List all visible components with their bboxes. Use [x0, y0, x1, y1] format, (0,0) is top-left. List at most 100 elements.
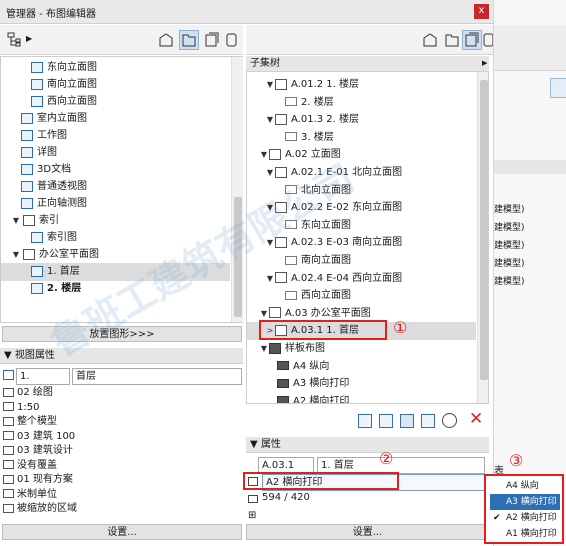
chevron-down-icon[interactable]: ▼ — [11, 212, 21, 230]
view-map-item[interactable]: 索引图 — [1, 229, 230, 247]
chevron-down-icon[interactable]: ▼ — [265, 76, 275, 94]
view-property-row[interactable]: 1:50 — [3, 401, 39, 415]
new-layout-icon[interactable] — [358, 414, 372, 428]
delete-icon[interactable]: ✕ — [469, 409, 483, 429]
dropdown-option[interactable]: A3 横向打印 — [490, 494, 560, 510]
layout-tree-item[interactable]: 南向立面图 — [247, 252, 476, 270]
layout-tree-item[interactable]: ▼ A.02.1 E-01 北向立面图 — [247, 164, 476, 182]
view-map-item[interactable]: 工作图 — [1, 127, 230, 145]
pen-set-icon — [3, 431, 14, 440]
project-map-icon[interactable] — [156, 30, 176, 50]
scrollbar-thumb[interactable] — [480, 80, 488, 380]
layout-tree-item[interactable]: ▼ A.01.3 2. 楼层 — [247, 111, 476, 129]
view-map-item[interactable]: 1. 首层 — [1, 263, 230, 281]
dropdown-option[interactable]: A4 纵向 — [490, 478, 560, 494]
new-folder-icon[interactable] — [421, 414, 435, 428]
view-properties-header[interactable]: ▼ 视图属性 — [0, 348, 243, 364]
layout-book-tree: ▼ A.01.2 1. 楼层 2. 楼层 ▼ A.01.3 2. 楼层 3. 楼层 ▼ A.0… — [246, 72, 489, 404]
view-map-tab-icon[interactable] — [442, 30, 462, 50]
layout-tree-item[interactable]: 3. 楼层 — [247, 129, 476, 147]
layout-tree-item[interactable]: ▼ A.02.2 E-02 东向立面图 — [247, 199, 476, 217]
view-property-row[interactable]: 整个模型 — [3, 415, 57, 429]
view-id-field[interactable]: 1. — [16, 368, 70, 385]
layout-book-icon[interactable] — [462, 30, 482, 50]
folder-icon — [23, 248, 35, 260]
view-map-item[interactable]: 室内立面图 — [1, 110, 230, 128]
new-master-icon[interactable] — [379, 414, 393, 428]
new-subset-icon[interactable] — [400, 414, 414, 428]
subset-folder-icon — [269, 342, 281, 354]
view-map-item[interactable]: 正向轴测图 — [1, 195, 230, 213]
view-map-item[interactable]: 西向立面图 — [1, 93, 230, 111]
view-property-row[interactable]: 03 建筑 100 — [3, 430, 75, 444]
view-name-field[interactable]: 首层 — [72, 368, 242, 385]
view-map-tab-icon[interactable] — [179, 30, 199, 50]
model-view-options-icon — [3, 445, 14, 455]
view-property-row[interactable]: 米制单位 — [3, 488, 57, 502]
publisher-icon[interactable] — [482, 30, 494, 50]
view-property-row[interactable]: 03 建筑设计 — [3, 444, 73, 458]
place-drawing-button[interactable]: 放置图形>>> — [2, 326, 242, 342]
view-map-item[interactable]: ▼ 索引 — [1, 212, 230, 230]
chevron-down-icon[interactable]: ▼ — [265, 164, 275, 182]
view-property-row[interactable]: 被缩放的区域 — [3, 502, 77, 516]
view-map-item[interactable]: 3D文档 — [1, 161, 230, 179]
close-button[interactable]: x — [474, 4, 489, 19]
layout-tree-item[interactable]: A3 横向打印 — [247, 375, 476, 393]
layout-tree-item-label: 3. 楼层 — [301, 131, 334, 143]
view-settings-button[interactable]: 设置... — [2, 524, 242, 540]
layout-icon — [275, 166, 287, 178]
view-property-row[interactable]: 没有覆盖 — [3, 459, 57, 473]
chevron-right-icon[interactable]: ▶ — [482, 59, 487, 67]
background-text-5: 建模型) — [494, 277, 525, 287]
chevron-right-icon[interactable]: ▶ — [26, 34, 32, 43]
chevron-down-icon[interactable]: ▼ — [265, 111, 275, 129]
view-map-item[interactable]: 详图 — [1, 144, 230, 162]
right-tree-scrollbar[interactable] — [477, 72, 488, 403]
master-layout-icon — [277, 396, 289, 403]
view-property-row[interactable]: 02 绘图 — [3, 386, 53, 400]
layout-tree-item-label: A.01.3 2. 楼层 — [291, 114, 360, 126]
layout-tree-item[interactable]: 北向立面图 — [247, 182, 476, 200]
layout-book-icon[interactable] — [202, 30, 222, 50]
layout-tree-item[interactable]: 2. 楼层 — [247, 94, 476, 112]
layout-tree-item[interactable]: ▼ A.02.3 E-03 南向立面图 — [247, 234, 476, 252]
chevron-down-icon[interactable]: ▼ — [259, 146, 269, 164]
layout-tree-item[interactable]: ▼ A.01.2 1. 楼层 — [247, 76, 476, 94]
layout-tree-item-label: 东向立面图 — [301, 219, 351, 231]
view-map-item[interactable]: ▼ 办公室平面图 — [1, 246, 230, 264]
view-property-value: 03 建筑设计 — [17, 445, 73, 456]
chevron-down-icon[interactable]: ▼ — [265, 234, 275, 252]
view-map-item[interactable]: 普通透视图 — [1, 178, 230, 196]
layout-actions-bar: ✕ — [246, 408, 489, 434]
right-toolbar — [246, 25, 494, 55]
update-icon[interactable] — [442, 413, 457, 428]
layout-tree-item[interactable]: ▼ 样板布图 — [247, 340, 476, 358]
layout-tree-item[interactable]: ▼ A.02 立面图 — [247, 146, 476, 164]
properties-header[interactable]: ▼ 属性 — [246, 437, 489, 453]
title-bar: 管理器 - 布图编辑器 x — [0, 0, 493, 24]
subset-folder-icon — [269, 307, 281, 319]
view-map-item[interactable]: 东向立面图 — [1, 59, 230, 77]
dropdown-option[interactable]: A1 横向打印 — [490, 526, 560, 542]
publisher-icon[interactable] — [222, 30, 242, 50]
view-map-icon[interactable] — [4, 30, 24, 50]
project-map-icon[interactable] — [420, 30, 440, 50]
layout-tree-item[interactable]: 西向立面图 — [247, 287, 476, 305]
left-tree-scrollbar[interactable] — [231, 57, 243, 322]
detail-icon — [21, 146, 33, 158]
scrollbar-thumb[interactable] — [234, 197, 242, 317]
chevron-down-icon[interactable]: ▼ — [11, 246, 21, 264]
view-property-row[interactable]: 01 现有方案 — [3, 473, 73, 487]
layout-tree-item[interactable]: A2 横向打印 — [247, 393, 476, 403]
view-map-item[interactable]: 南向立面图 — [1, 76, 230, 94]
layout-tree-item[interactable]: 东向立面图 — [247, 217, 476, 235]
chevron-down-icon[interactable]: ▼ — [265, 270, 275, 288]
layout-tree-item[interactable]: ▼ A.02.4 E-04 西向立面图 — [247, 270, 476, 288]
view-map-item[interactable]: 2. 楼层 — [1, 280, 230, 298]
layout-settings-button[interactable]: 设置... — [246, 524, 489, 540]
layout-tree-item[interactable]: A4 纵向 — [247, 358, 476, 376]
chevron-down-icon[interactable]: ▼ — [265, 199, 275, 217]
chevron-down-icon[interactable]: ▼ — [259, 340, 269, 358]
dropdown-option[interactable]: ✔ A2 横向打印 — [490, 510, 560, 526]
